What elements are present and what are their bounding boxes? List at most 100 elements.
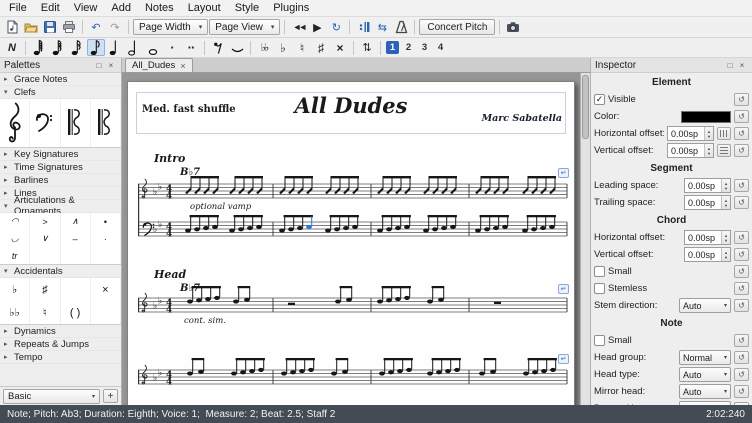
marcato-cell[interactable]: ∧ [61, 213, 91, 230]
accent-cell[interactable]: > [30, 213, 60, 230]
duration-eighth-button[interactable] [87, 39, 105, 56]
down-bow-cell[interactable]: ∨ [30, 230, 60, 247]
sharp-cell[interactable]: ♯ [30, 278, 60, 301]
palette-section-repeats-jumps[interactable]: ▸ Repeats & Jumps [0, 338, 121, 351]
open-button[interactable] [22, 19, 40, 36]
spin-down-icon[interactable]: ▾ [708, 134, 710, 139]
note-input-mode-button[interactable]: N [3, 39, 21, 56]
menu-view[interactable]: View [67, 1, 105, 15]
menu-add[interactable]: Add [104, 1, 138, 15]
trailing-space-input[interactable]: 0.00sp ▴▾ [684, 195, 731, 210]
duration-64th-button[interactable] [30, 39, 48, 56]
menu-file[interactable]: File [2, 1, 34, 15]
stem-direction-select[interactable]: Auto ▾ [679, 298, 731, 313]
palette-section-dynamics[interactable]: ▸ Dynamics [0, 325, 121, 338]
score-page[interactable]: Med. fast shuffle All Dudes Marc Sabatel… [127, 81, 575, 405]
reset-button[interactable]: ↺ [734, 127, 749, 140]
reset-button[interactable]: ↺ [734, 144, 749, 157]
double-flat-button[interactable]: ♭♭ [255, 39, 273, 56]
tenuto-cell[interactable]: – [61, 230, 91, 247]
palette-section-articulations[interactable]: ▾ Articulations & Ornaments [0, 200, 121, 213]
tab-close-icon[interactable]: × [180, 61, 185, 71]
double-flat-cell[interactable]: ♭♭ [0, 301, 30, 324]
menu-layout[interactable]: Layout [181, 1, 228, 15]
duration-whole-button[interactable] [144, 39, 162, 56]
snap-vertical-grid-button[interactable] [717, 144, 731, 157]
spin-down-icon[interactable]: ▾ [725, 186, 727, 191]
line-break-marker[interactable]: ↵ [558, 284, 569, 294]
visible-checkbox[interactable]: ✓ [594, 94, 605, 105]
palette-section-key-signatures[interactable]: ▸ Key Signatures [0, 148, 121, 161]
reset-button[interactable]: ↺ [734, 368, 749, 381]
leading-space-input[interactable]: 0.00sp ▴▾ [684, 178, 731, 193]
new-score-button[interactable] [3, 19, 21, 36]
chord-small-checkbox[interactable] [594, 266, 605, 277]
float-panel-icon[interactable]: □ [93, 60, 105, 71]
music-system-3[interactable]: ♭♭ 44 [138, 358, 568, 398]
palette-section-tempo[interactable]: ▸ Tempo [0, 351, 121, 364]
reset-button[interactable]: ↺ [734, 179, 749, 192]
rewind-button[interactable]: ◄◄ [289, 19, 307, 36]
play-repeats-button[interactable] [354, 19, 372, 36]
alto-clef-cell[interactable] [61, 99, 91, 147]
print-button[interactable] [60, 19, 78, 36]
fermata-below-cell[interactable]: ◡ [0, 230, 30, 247]
reset-button[interactable]: ↺ [734, 248, 749, 261]
scrollbar-thumb[interactable] [582, 75, 589, 139]
bass-clef-cell[interactable] [30, 99, 60, 147]
close-panel-icon[interactable]: × [105, 60, 117, 71]
pan-score-button[interactable]: ⇆ [373, 19, 391, 36]
rest-button[interactable] [209, 39, 227, 56]
spin-down-icon[interactable]: ▾ [725, 203, 727, 208]
fermata-cell[interactable]: ◠ [0, 213, 30, 230]
voice-3-button[interactable]: 3 [418, 41, 431, 54]
loop-playback-button[interactable]: ↻ [327, 19, 345, 36]
double-dot-button[interactable]: ·· [182, 39, 200, 56]
horizontal-offset-input[interactable]: 0.00sp ▴▾ [667, 126, 714, 141]
menu-style[interactable]: Style [228, 1, 266, 15]
float-panel-icon[interactable]: □ [724, 60, 736, 71]
view-mode-select[interactable]: Page View ▾ [209, 19, 280, 35]
natural-cell[interactable]: ♮ [30, 301, 60, 324]
trill-cell[interactable]: tr [0, 247, 30, 264]
voice-2-button[interactable]: 2 [402, 41, 415, 54]
section-label-head[interactable]: Head [154, 268, 186, 281]
score-canvas[interactable]: Med. fast shuffle All Dudes Marc Sabatel… [122, 73, 590, 405]
menu-notes[interactable]: Notes [138, 1, 181, 15]
voice-4-button[interactable]: 4 [434, 41, 447, 54]
duration-16th-button[interactable] [68, 39, 86, 56]
menu-edit[interactable]: Edit [34, 1, 67, 15]
flip-direction-button[interactable]: ⇅ [358, 39, 376, 56]
palette-section-grace-notes[interactable]: ▸ Grace Notes [0, 73, 121, 86]
reset-button[interactable]: ↺ [734, 93, 749, 106]
concert-pitch-button[interactable]: Concert Pitch [419, 19, 495, 35]
voice-1-button[interactable]: 1 [386, 41, 399, 54]
vertical-offset-input[interactable]: 0.00sp ▴▾ [667, 143, 714, 158]
parentheses-cell[interactable]: ( ) [61, 301, 91, 324]
metronome-button[interactable] [392, 19, 410, 36]
save-button[interactable] [41, 19, 59, 36]
reset-button[interactable]: ↺ [734, 231, 749, 244]
spin-down-icon[interactable]: ▾ [725, 255, 727, 260]
head-group-select[interactable]: Normal ▾ [679, 350, 731, 365]
note-small-checkbox[interactable] [594, 335, 605, 346]
chord-horizontal-offset-input[interactable]: 0.00sp ▴▾ [684, 230, 731, 245]
head-type-select[interactable]: Auto ▾ [679, 367, 731, 382]
optional-vamp-text[interactable]: optional vamp [190, 202, 251, 212]
line-break-marker[interactable]: ↵ [558, 354, 569, 364]
duration-quarter-button[interactable] [106, 39, 124, 56]
selected-note-group[interactable] [279, 215, 313, 233]
workspace-select[interactable]: Basic ▾ [3, 389, 100, 404]
play-button[interactable]: ▶ [308, 19, 326, 36]
line-break-marker[interactable]: ↵ [558, 168, 569, 178]
tenor-clef-cell[interactable] [91, 99, 121, 147]
treble-clef-cell[interactable] [0, 99, 30, 147]
undo-button[interactable]: ↶ [87, 19, 105, 36]
palette-section-barlines[interactable]: ▸ Barlines [0, 174, 121, 187]
flat-cell[interactable]: ♭ [0, 278, 30, 301]
mirror-head-select[interactable]: Auto ▾ [679, 384, 731, 399]
duration-half-button[interactable] [125, 39, 143, 56]
reset-button[interactable]: ↺ [734, 351, 749, 364]
natural-button[interactable]: ♮ [293, 39, 311, 56]
image-capture-button[interactable] [504, 19, 522, 36]
